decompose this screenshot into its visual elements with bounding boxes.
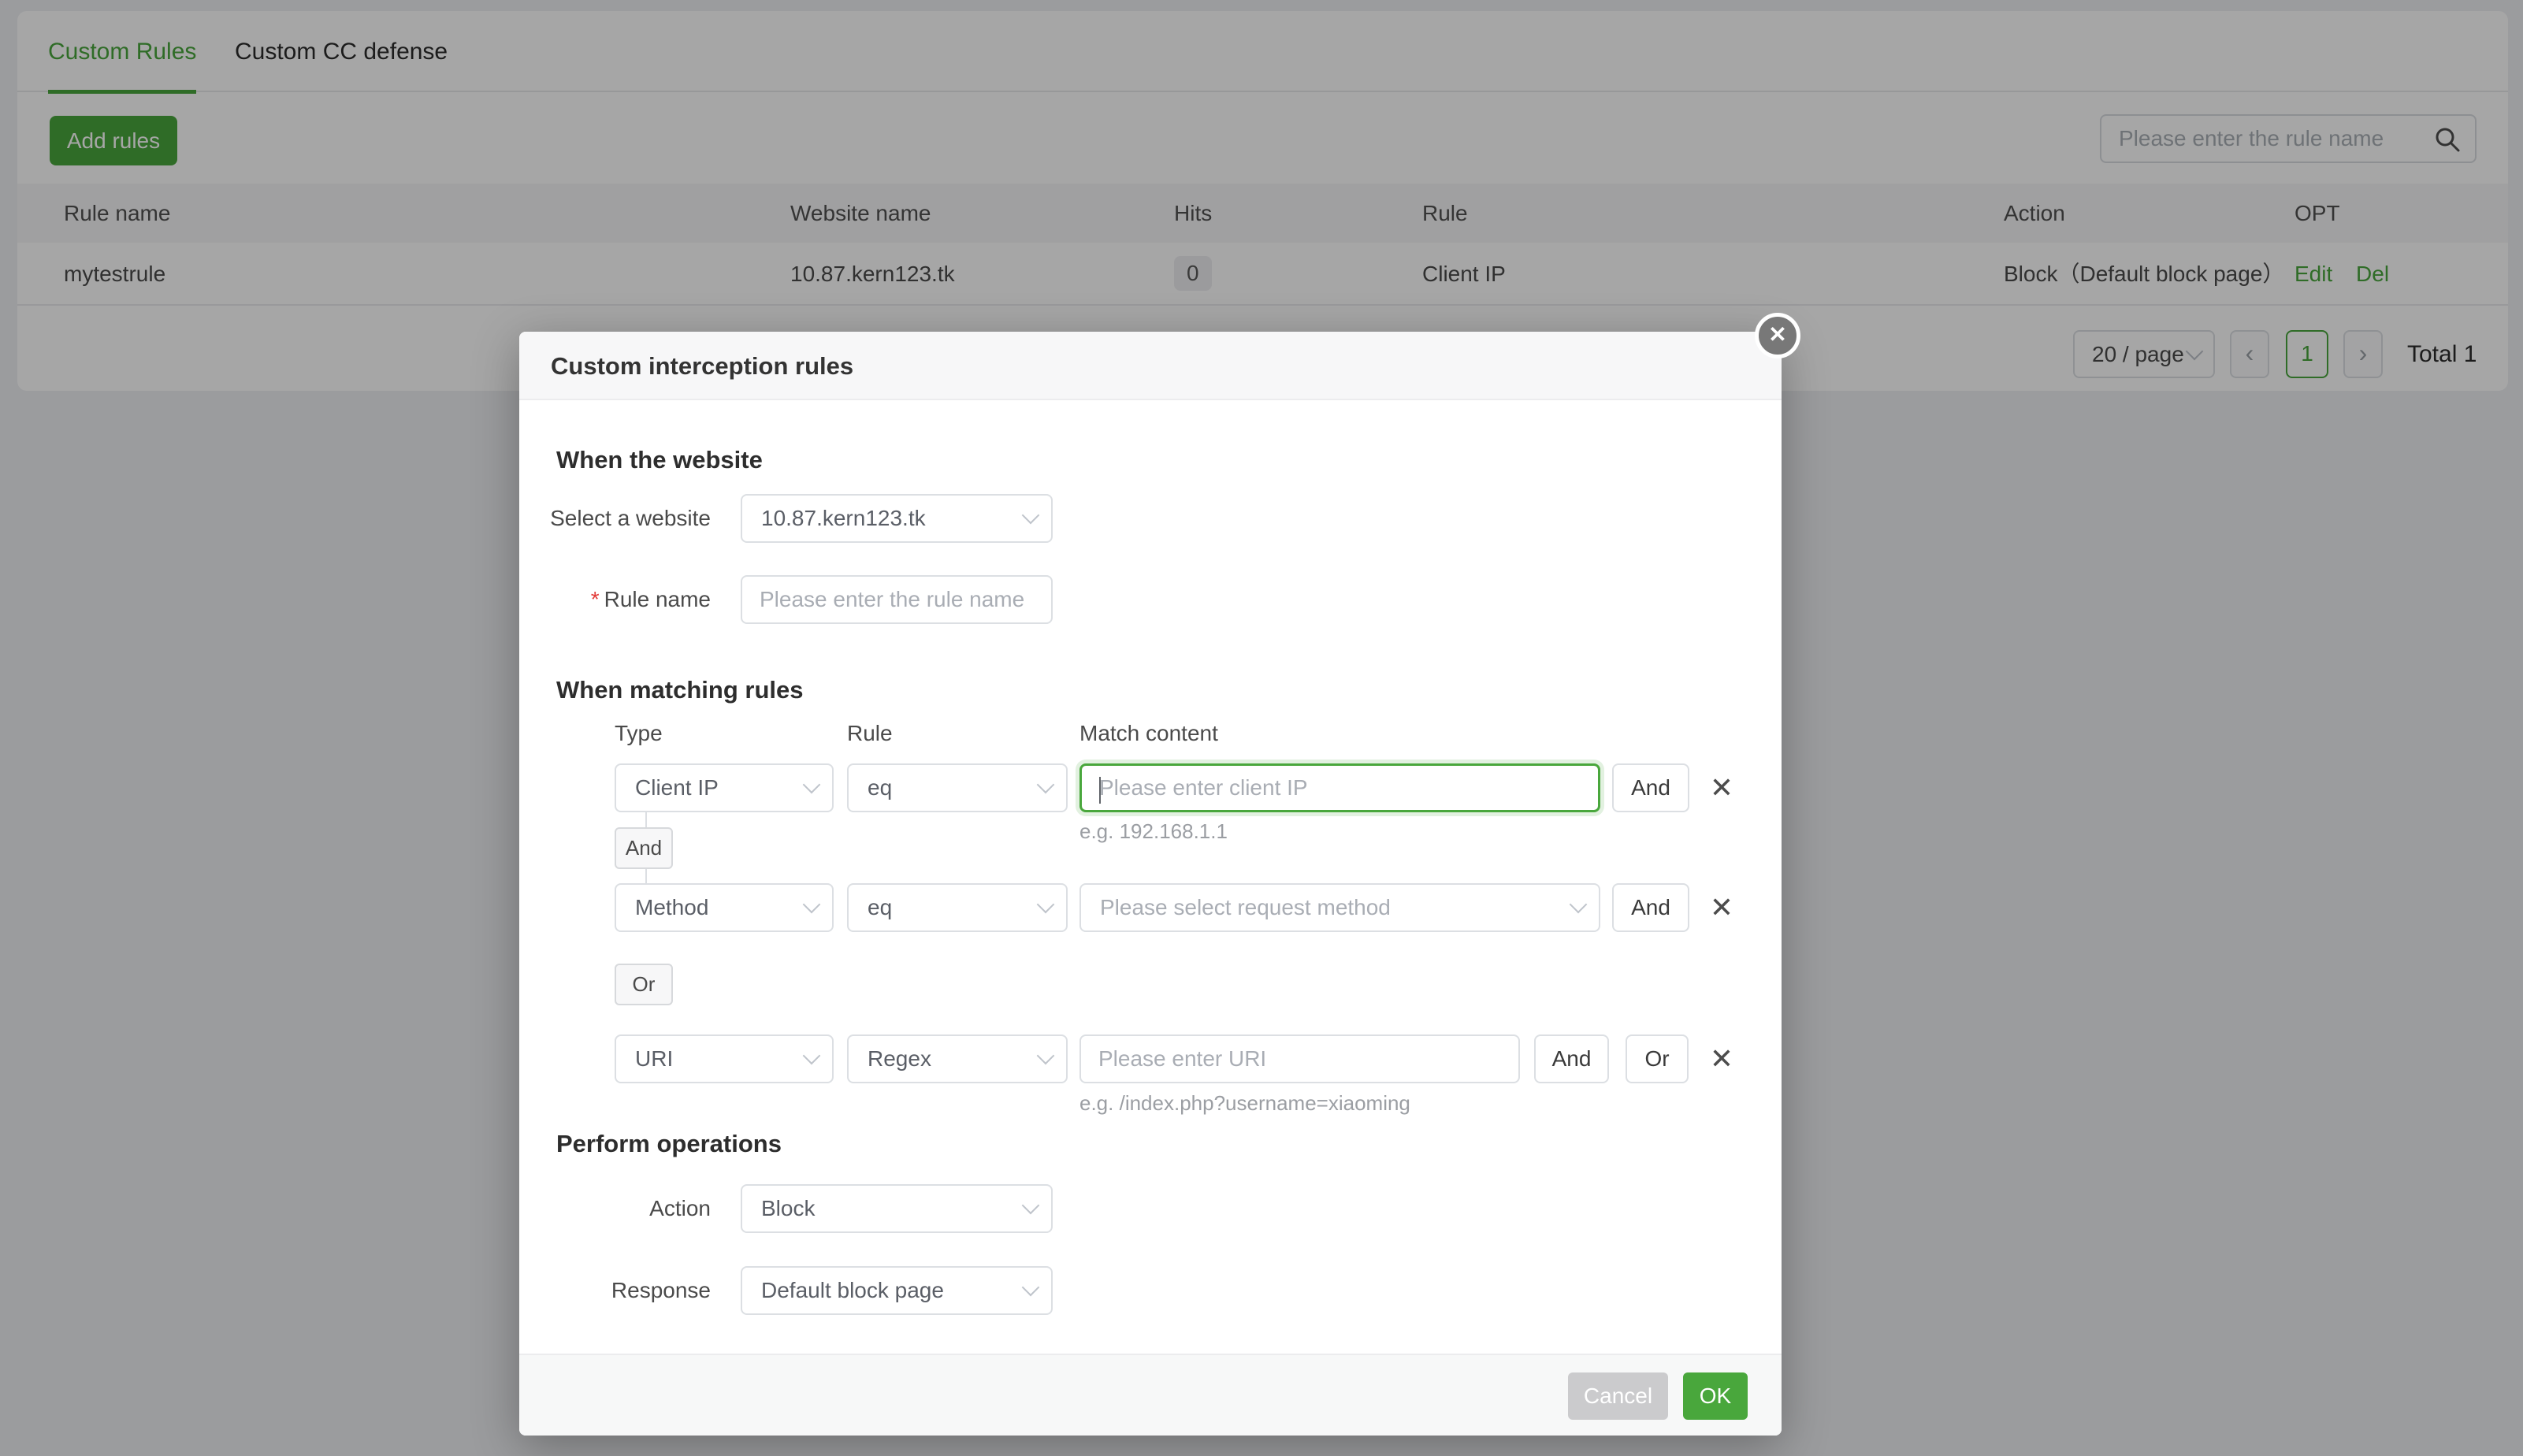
connector-line — [645, 869, 647, 883]
match-row1-remove-icon[interactable]: ✕ — [1703, 763, 1741, 812]
match-row3-and-button[interactable]: And — [1534, 1034, 1609, 1083]
required-asterisk: * — [591, 587, 600, 611]
match-row1-and-button[interactable]: And — [1612, 763, 1689, 812]
chevron-down-icon — [1022, 1279, 1040, 1297]
website-select-value: 10.87.kern123.tk — [761, 506, 926, 530]
rule-name-label: *Rule name — [519, 575, 711, 624]
response-label: Response — [519, 1266, 711, 1315]
action-select-value: Block — [761, 1196, 815, 1220]
rule-name-input[interactable] — [742, 577, 1051, 622]
column-rule-label: Rule — [847, 721, 893, 746]
modal-footer: Cancel OK — [519, 1354, 1782, 1436]
chevron-down-icon — [1037, 896, 1055, 914]
match-row1-content-input[interactable] — [1082, 766, 1598, 810]
action-select[interactable]: Block — [741, 1184, 1053, 1233]
match-row2-remove-icon[interactable]: ✕ — [1703, 883, 1741, 932]
match-row2-rule-select[interactable]: eq — [847, 883, 1068, 932]
connector-and-tag[interactable]: And — [615, 827, 673, 869]
ok-button[interactable]: OK — [1683, 1372, 1748, 1420]
rule-name-field — [741, 575, 1053, 624]
match-row3-content-field — [1079, 1034, 1520, 1083]
response-select[interactable]: Default block page — [741, 1266, 1053, 1315]
response-select-value: Default block page — [761, 1278, 944, 1302]
connector-line — [645, 812, 647, 827]
section-when-the-website: When the website — [556, 446, 763, 474]
match-row3-rule-value: Regex — [868, 1046, 931, 1071]
match-row3-rule-select[interactable]: Regex — [847, 1034, 1068, 1083]
match-row2-and-button[interactable]: And — [1612, 883, 1689, 932]
connector-or-tag[interactable]: Or — [615, 964, 673, 1005]
match-row1-type-value: Client IP — [635, 775, 719, 800]
match-row2-method-select[interactable]: Please select request method — [1079, 883, 1600, 932]
chevron-down-icon — [1037, 776, 1055, 794]
action-label: Action — [519, 1184, 711, 1233]
chevron-down-icon — [1022, 507, 1040, 525]
match-row2-method-placeholder: Please select request method — [1100, 895, 1391, 919]
column-match-content-label: Match content — [1079, 721, 1218, 746]
match-row1-hint: e.g. 192.168.1.1 — [1079, 819, 1228, 844]
match-row1-rule-value: eq — [868, 775, 892, 800]
match-row2-rule-value: eq — [868, 895, 892, 919]
match-row1-content-field — [1079, 763, 1600, 812]
modal-header: Custom interception rules — [519, 332, 1782, 400]
chevron-down-icon — [803, 896, 821, 914]
close-icon[interactable]: ✕ — [1755, 313, 1800, 358]
match-row1-rule-select[interactable]: eq — [847, 763, 1068, 812]
match-row2-type-value: Method — [635, 895, 708, 919]
section-when-matching-rules: When matching rules — [556, 676, 803, 704]
chevron-down-icon — [803, 776, 821, 794]
column-type-label: Type — [615, 721, 663, 746]
custom-interception-rules-modal: Custom interception rules ✕ When the web… — [519, 332, 1782, 1436]
match-row3-hint: e.g. /index.php?username=xiaoming — [1079, 1091, 1410, 1116]
chevron-down-icon — [1037, 1047, 1055, 1065]
match-row1-type-select[interactable]: Client IP — [615, 763, 834, 812]
select-website-label: Select a website — [519, 494, 711, 543]
match-row3-remove-icon[interactable]: ✕ — [1703, 1034, 1741, 1083]
match-row3-content-input[interactable] — [1081, 1036, 1518, 1082]
website-select[interactable]: 10.87.kern123.tk — [741, 494, 1053, 543]
text-caret — [1099, 777, 1101, 804]
match-row3-type-value: URI — [635, 1046, 673, 1071]
modal-title: Custom interception rules — [551, 332, 853, 400]
match-row3-or-button[interactable]: Or — [1626, 1034, 1689, 1083]
section-perform-operations: Perform operations — [556, 1130, 782, 1158]
match-row2-type-select[interactable]: Method — [615, 883, 834, 932]
cancel-button[interactable]: Cancel — [1568, 1372, 1668, 1420]
chevron-down-icon — [1022, 1197, 1040, 1215]
chevron-down-icon — [1570, 896, 1588, 914]
chevron-down-icon — [803, 1047, 821, 1065]
match-row3-type-select[interactable]: URI — [615, 1034, 834, 1083]
